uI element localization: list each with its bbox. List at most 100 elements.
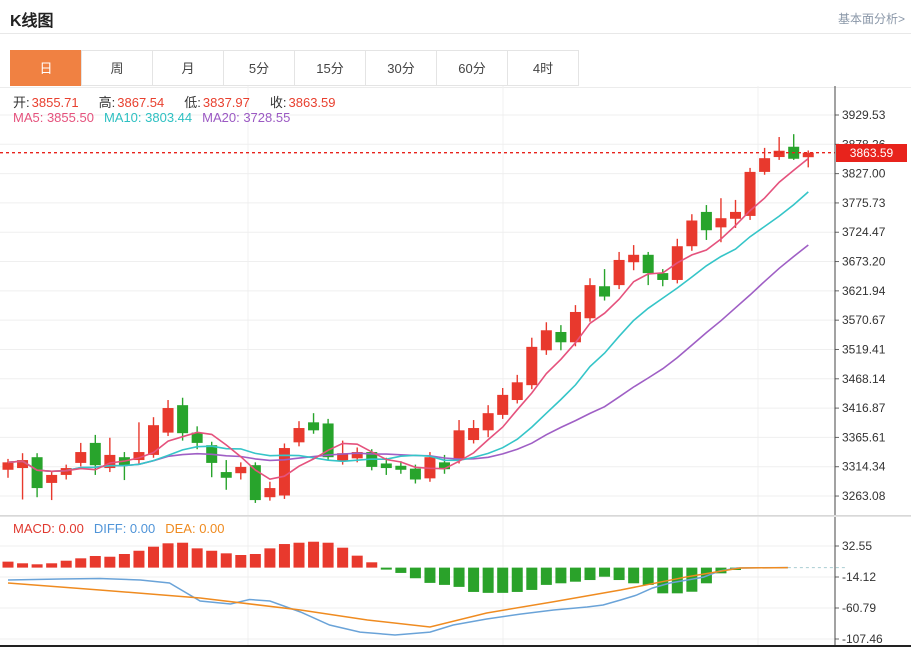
macd-bar [454,568,465,587]
candle [308,422,319,430]
last-price-tag: 3863.59 [836,144,907,162]
tab-月[interactable]: 月 [152,50,224,86]
ohlc-低: 低:3837.97 [184,95,260,110]
tab-周[interactable]: 周 [81,50,153,86]
ma-legend: MA5: 3855.50MA10: 3803.44MA20: 3728.55 [13,110,300,125]
candle [512,382,523,400]
candle [614,260,625,285]
macd-bar [133,551,144,568]
ohlc-收: 收:3863.59 [270,95,346,110]
macd-bar [104,557,115,568]
candle [730,212,741,219]
kline-page: K线图 基本面分析> 日周月5分15分30分60分4时 3929.533878.… [0,0,911,649]
candle [628,255,639,262]
candle [46,475,57,483]
macd-bar [410,568,421,579]
tab-30分[interactable]: 30分 [365,50,437,86]
candle [221,472,232,478]
price-axis-label: 3570.67 [842,313,886,327]
macd-bar [46,563,57,567]
macd-bar [32,564,43,567]
candle [264,488,275,497]
candle [759,158,770,172]
macd-bar [264,548,275,567]
macd-bar [395,568,406,573]
macd-bar [192,548,203,567]
macd-bar [3,562,14,568]
candle [177,405,188,433]
macd-bar [75,558,86,567]
tab-60分[interactable]: 60分 [436,50,508,86]
candle [381,463,392,468]
macd-bar [279,544,290,568]
macd-axis-label: -107.46 [842,632,883,646]
macd-DEA: DEA: 0.00 [165,521,224,536]
macd-axis-label: 32.55 [842,539,872,553]
page-title: K线图 [10,7,54,31]
macd-bar [555,568,566,584]
macd-bar [119,554,130,568]
candle [163,408,174,433]
macd-bar [541,568,552,585]
ma-MA20: MA20: 3728.55 [202,110,290,125]
price-axis-label: 3468.14 [842,372,886,386]
tab-日[interactable]: 日 [10,50,82,86]
tab-4时[interactable]: 4时 [507,50,579,86]
macd-bar [614,568,625,580]
candle [701,212,712,230]
ohlc-高: 高:3867.54 [99,95,175,110]
macd-bar [294,543,305,568]
fundamental-analysis-link[interactable]: 基本面分析> [838,10,905,27]
candle [483,413,494,430]
macd-bar [585,568,596,580]
ohlc-开: 开:3855.71 [13,95,89,110]
ohlc-legend: 开:3855.71 高:3867.54 低:3837.97 收:3863.59 [13,92,356,111]
macd-bar [570,568,581,582]
macd-bar [206,551,217,568]
candle [643,255,654,273]
candle [235,467,246,473]
macd-bar [163,543,174,567]
candlestick-chart[interactable]: 3929.533878.263827.003775.733724.473673.… [0,86,911,516]
price-axis-label: 3775.73 [842,196,886,210]
macd-bar [308,542,319,568]
macd-bar [235,555,246,568]
candle [599,286,610,296]
macd-bar [148,547,159,568]
candle [686,221,697,247]
candle [585,285,596,318]
tab-5分[interactable]: 5分 [223,50,295,86]
candle [32,457,43,488]
candle [454,430,465,460]
price-axis-label: 3365.61 [842,430,886,444]
page-header: K线图 基本面分析> [0,0,911,34]
candle [657,273,668,280]
macd-bar [250,554,261,568]
macd-bar [17,563,28,567]
macd-axis-label: -14.12 [842,570,876,584]
macd-bar [366,562,377,567]
candle [75,452,86,463]
macd-bar [61,561,72,568]
price-axis-label: 3621.94 [842,284,886,298]
candle [395,466,406,470]
candle [555,332,566,342]
macd-bar [628,568,639,584]
macd-MACD: MACD: 0.00 [13,521,84,536]
candle [541,330,552,350]
candle [90,443,101,465]
candle [745,172,756,216]
macd-bar [512,568,523,592]
macd-bar [323,543,334,568]
macd-bar [177,543,188,568]
macd-bar [221,553,232,567]
macd-bar [599,568,610,577]
price-axis-label: 3673.20 [842,255,886,269]
macd-bar [526,568,537,590]
candle [803,153,814,158]
candle [3,462,14,469]
candle [468,428,479,440]
tab-15分[interactable]: 15分 [294,50,366,86]
interval-tabs: 日周月5分15分30分60分4时 [10,50,579,86]
candle [294,428,305,442]
